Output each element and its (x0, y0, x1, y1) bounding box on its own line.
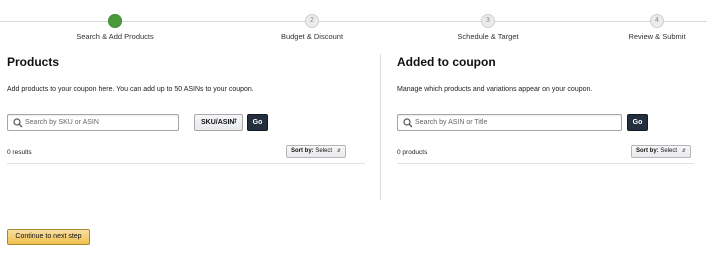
products-panel: Products Add products to your coupon her… (7, 54, 367, 164)
products-sort-label: Sort by: (291, 148, 314, 154)
step-circle-2: 2 (305, 14, 319, 28)
products-description: Add products to your coupon here. You ca… (7, 86, 254, 93)
progress-stepper: 1 Search & Add Products 2 Budget & Disco… (0, 0, 707, 44)
step-schedule-target: 3 Schedule & Target (456, 14, 520, 41)
step-budget-discount: 2 Budget & Discount (278, 14, 346, 41)
added-products-count: 0 products (397, 149, 428, 156)
products-results-count: 0 results (7, 149, 32, 156)
step-circle-4: 4 (650, 14, 664, 28)
added-go-button[interactable]: Go (627, 114, 648, 131)
added-sort-label: Sort by: (636, 148, 659, 154)
search-icon (13, 118, 23, 128)
sort-arrows-icon: ⇵ (336, 148, 341, 154)
products-sort-value: Select (315, 148, 333, 154)
added-sort-select[interactable]: Sort by: Select ⇵ (631, 145, 691, 158)
step-label-2: Budget & Discount (280, 32, 344, 41)
products-results-row: 0 results Sort by: Select ⇵ (7, 145, 367, 161)
added-to-coupon-panel: Added to coupon Manage which products an… (397, 54, 697, 164)
added-search-row: Search by ASIN or Title Go (397, 114, 697, 132)
products-search-input[interactable]: Search by SKU or ASIN (7, 114, 179, 131)
step-label-4: Review & Submit (628, 32, 686, 41)
products-search-row: Search by SKU or ASIN SKU/ASIN ⇵ Go (7, 114, 367, 132)
step-label-3: Schedule & Target (457, 32, 519, 41)
step-search-add-products: 1 Search & Add Products (76, 14, 154, 41)
products-go-button[interactable]: Go (247, 114, 268, 131)
added-results-row: 0 products Sort by: Select ⇵ (397, 145, 697, 161)
products-sort-select[interactable]: Sort by: Select ⇵ (286, 145, 346, 158)
added-title: Added to coupon (397, 55, 496, 69)
products-search-placeholder: Search by SKU or ASIN (25, 119, 99, 126)
step-circle-1: 1 (108, 14, 122, 28)
panel-divider (380, 54, 381, 200)
search-type-value: SKU/ASIN (201, 119, 235, 126)
search-type-select[interactable]: SKU/ASIN ⇵ (194, 114, 243, 131)
added-search-placeholder: Search by ASIN or Title (415, 119, 488, 126)
select-arrows-icon: ⇵ (231, 119, 237, 125)
sort-arrows-icon: ⇵ (681, 148, 686, 154)
added-description: Manage which products and variations app… (397, 86, 593, 93)
products-results-divider (7, 163, 365, 164)
added-search-input[interactable]: Search by ASIN or Title (397, 114, 622, 131)
added-results-divider (397, 163, 694, 164)
step-review-submit: 4 Review & Submit (626, 14, 688, 41)
products-title: Products (7, 55, 60, 69)
added-sort-value: Select (660, 148, 678, 154)
step-label-1: Search & Add Products (76, 32, 154, 41)
continue-button[interactable]: Continue to next step (7, 229, 90, 245)
step-circle-3: 3 (481, 14, 495, 28)
search-icon (403, 118, 413, 128)
